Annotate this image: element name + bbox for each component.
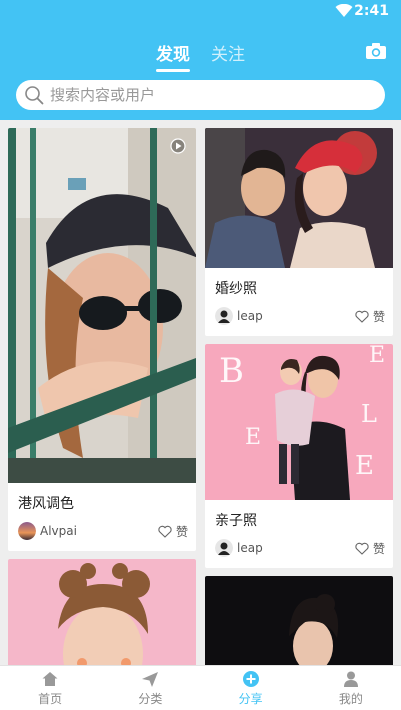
feed-column-left: 港风调色 Alvpai 赞 [8, 128, 196, 665]
girl-space-buns-photo [8, 559, 196, 665]
wedding-couple-photo [205, 128, 393, 268]
search-bar[interactable] [16, 80, 385, 110]
post-card[interactable]: 婚纱照 leap 赞 [205, 128, 393, 336]
post-meta: leap 赞 [205, 304, 393, 336]
post-card[interactable] [205, 576, 393, 665]
like-label: 赞 [175, 524, 188, 539]
post-title: 港风调色 [18, 496, 74, 512]
svg-text:L: L [361, 400, 377, 428]
post-photo[interactable] [8, 559, 196, 665]
like-label: 赞 [372, 541, 385, 556]
svg-text:B: B [219, 351, 244, 391]
post-meta: Alvpai 赞 [8, 519, 196, 551]
avatar[interactable] [18, 522, 36, 540]
video-play-icon [170, 138, 186, 154]
home-icon [42, 671, 58, 686]
post-title: 亲子照 [215, 513, 257, 529]
heart-icon [158, 525, 172, 538]
avatar[interactable] [215, 307, 233, 325]
nav-label: 分享 [238, 691, 263, 706]
top-header: 2:41 发现 关注 [0, 0, 401, 120]
header-tabs: 发现 关注 [0, 40, 401, 72]
like-label: 赞 [372, 309, 385, 324]
post-meta: leap 赞 [205, 536, 393, 568]
nav-category[interactable]: 分类 [100, 666, 200, 710]
heart-icon [355, 310, 369, 323]
status-time: 2:41 [354, 3, 389, 19]
nav-label: 分类 [138, 691, 163, 706]
tab-discover[interactable]: 发现 [155, 40, 190, 72]
post-title: 婚纱照 [215, 281, 257, 297]
author-name[interactable]: Alvpai [40, 524, 158, 538]
author-name[interactable]: leap [237, 541, 355, 555]
status-bar: 2:41 [0, 0, 401, 24]
like-button[interactable]: 赞 [355, 308, 385, 325]
svg-text:E: E [355, 451, 374, 481]
paper-plane-icon [142, 671, 159, 687]
post-photo[interactable] [205, 576, 393, 665]
nav-home[interactable]: 首页 [0, 666, 100, 710]
svg-text:E: E [245, 425, 261, 450]
wifi-icon [335, 4, 353, 17]
svg-text:E: E [369, 344, 385, 368]
author-name[interactable]: leap [237, 309, 355, 323]
feed-column-right: 婚纱照 leap 赞 B E E L E 亲子照 leap 赞 [205, 128, 393, 665]
post-card[interactable]: B E E L E 亲子照 leap 赞 [205, 344, 393, 568]
bottom-navigation: 首页 分类 分享 我的 [0, 665, 401, 710]
discover-feed: 港风调色 Alvpai 赞 婚纱照 leap 赞 B E E L E 亲子照 l… [0, 120, 401, 665]
post-card[interactable]: 港风调色 Alvpai 赞 [8, 128, 196, 551]
avatar[interactable] [215, 539, 233, 557]
heart-icon [355, 542, 369, 555]
tab-follow[interactable]: 关注 [211, 40, 245, 65]
nav-label: 我的 [338, 691, 363, 706]
like-button[interactable]: 赞 [158, 523, 188, 540]
mother-daughter-photo: B E E L E [205, 344, 393, 500]
post-photo[interactable] [205, 128, 393, 268]
plus-circle-icon [242, 670, 259, 687]
nav-profile[interactable]: 我的 [301, 666, 401, 710]
search-input[interactable] [50, 86, 350, 104]
like-button[interactable]: 赞 [355, 540, 385, 557]
post-photo[interactable]: B E E L E [205, 344, 393, 500]
post-card[interactable] [8, 559, 196, 665]
camera-icon[interactable] [365, 42, 387, 60]
woman-dark-background-photo [205, 576, 393, 665]
nav-label: 首页 [38, 691, 63, 706]
nav-share[interactable]: 分享 [201, 666, 301, 710]
woman-cap-sunglasses-photo [8, 128, 196, 483]
person-icon [343, 671, 358, 687]
post-photo[interactable] [8, 128, 196, 483]
search-icon [25, 86, 44, 105]
